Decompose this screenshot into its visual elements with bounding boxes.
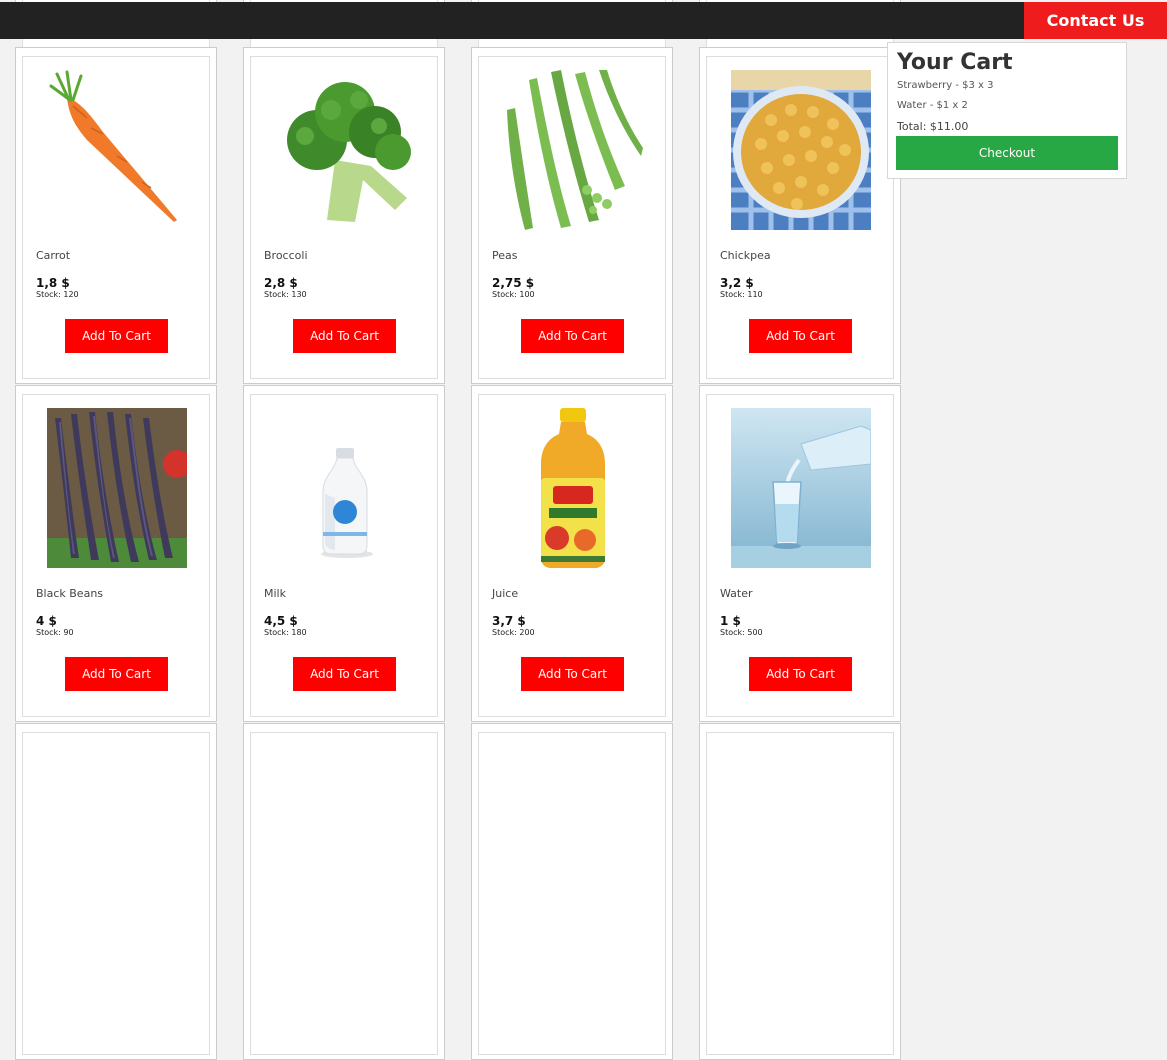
product-price: 1 $ (720, 614, 741, 628)
product-cell: Broccoli 2,8 $ Stock: 130 Add To Cart (243, 47, 445, 384)
product-cell: Black Beans 4 $ Stock: 90 Add To Cart (15, 385, 217, 722)
product-stock: Stock: 110 (720, 290, 763, 299)
product-cell-partial (243, 723, 445, 1060)
product-card (706, 732, 894, 1055)
product-grid: Carrot 1,8 $ Stock: 120 Add To Cart Broc… (0, 0, 910, 1060)
product-cell-partial (699, 723, 901, 1060)
add-to-cart-button[interactable]: Add To Cart (521, 657, 624, 691)
product-card: Black Beans 4 $ Stock: 90 Add To Cart (22, 394, 210, 717)
product-price: 4 $ (36, 614, 57, 628)
contact-us-button[interactable]: Contact Us (1024, 2, 1167, 39)
milk-bottle-image (275, 408, 415, 568)
broccoli-image (275, 70, 415, 230)
product-card (250, 732, 438, 1055)
chickpea-image (731, 70, 871, 230)
cart-item: Strawberry - $3 x 3 (897, 80, 994, 91)
carrot-image (47, 70, 187, 230)
black-beans-image (47, 408, 187, 568)
product-cell: Peas 2,75 $ Stock: 100 Add To Cart (471, 47, 673, 384)
checkout-button[interactable]: Checkout (896, 136, 1118, 170)
product-card: Carrot 1,8 $ Stock: 120 Add To Cart (22, 56, 210, 379)
product-stock: Stock: 130 (264, 290, 307, 299)
add-to-cart-button[interactable]: Add To Cart (65, 657, 168, 691)
cart-title: Your Cart (897, 50, 1013, 75)
product-cell-partial (15, 723, 217, 1060)
product-card (478, 732, 666, 1055)
product-stock: Stock: 100 (492, 290, 535, 299)
product-cell: Juice 3,7 $ Stock: 200 Add To Cart (471, 385, 673, 722)
product-card: Peas 2,75 $ Stock: 100 Add To Cart (478, 56, 666, 379)
product-card (22, 732, 210, 1055)
add-to-cart-button[interactable]: Add To Cart (521, 319, 624, 353)
add-to-cart-button[interactable]: Add To Cart (749, 319, 852, 353)
product-price: 3,7 $ (492, 614, 526, 628)
cart-total: Total: $11.00 (897, 120, 969, 133)
water-glass-image (731, 408, 871, 568)
product-card: Chickpea 3,2 $ Stock: 110 Add To Cart (706, 56, 894, 379)
product-card: Juice 3,7 $ Stock: 200 Add To Cart (478, 394, 666, 717)
product-name: Juice (492, 587, 519, 600)
product-price: 1,8 $ (36, 276, 70, 290)
product-cell: Chickpea 3,2 $ Stock: 110 Add To Cart (699, 47, 901, 384)
add-to-cart-button[interactable]: Add To Cart (65, 319, 168, 353)
product-card: Broccoli 2,8 $ Stock: 130 Add To Cart (250, 56, 438, 379)
product-name: Chickpea (720, 249, 771, 262)
juice-bottle-image (503, 408, 643, 568)
product-price: 2,75 $ (492, 276, 535, 290)
product-card: Milk 4,5 $ Stock: 180 Add To Cart (250, 394, 438, 717)
product-cell: Milk 4,5 $ Stock: 180 Add To Cart (243, 385, 445, 722)
peas-image (503, 70, 643, 230)
add-to-cart-button[interactable]: Add To Cart (749, 657, 852, 691)
product-card: Water 1 $ Stock: 500 Add To Cart (706, 394, 894, 717)
cart-panel: Your Cart Strawberry - $3 x 3 Water - $1… (887, 42, 1127, 179)
product-name: Carrot (36, 249, 71, 262)
product-cell-partial (471, 723, 673, 1060)
product-name: Black Beans (36, 587, 104, 600)
product-name: Water (720, 587, 753, 600)
top-navbar: Contact Us (0, 2, 1167, 39)
product-name: Milk (264, 587, 286, 600)
product-price: 3,2 $ (720, 276, 754, 290)
product-price: 4,5 $ (264, 614, 298, 628)
cart-item: Water - $1 x 2 (897, 100, 968, 111)
product-cell: Water 1 $ Stock: 500 Add To Cart (699, 385, 901, 722)
product-stock: Stock: 90 (36, 628, 74, 637)
product-stock: Stock: 200 (492, 628, 535, 637)
product-stock: Stock: 120 (36, 290, 79, 299)
product-stock: Stock: 180 (264, 628, 307, 637)
product-name: Broccoli (264, 249, 308, 262)
product-name: Peas (492, 249, 518, 262)
add-to-cart-button[interactable]: Add To Cart (293, 657, 396, 691)
product-cell: Carrot 1,8 $ Stock: 120 Add To Cart (15, 47, 217, 384)
add-to-cart-button[interactable]: Add To Cart (293, 319, 396, 353)
product-price: 2,8 $ (264, 276, 298, 290)
product-stock: Stock: 500 (720, 628, 763, 637)
